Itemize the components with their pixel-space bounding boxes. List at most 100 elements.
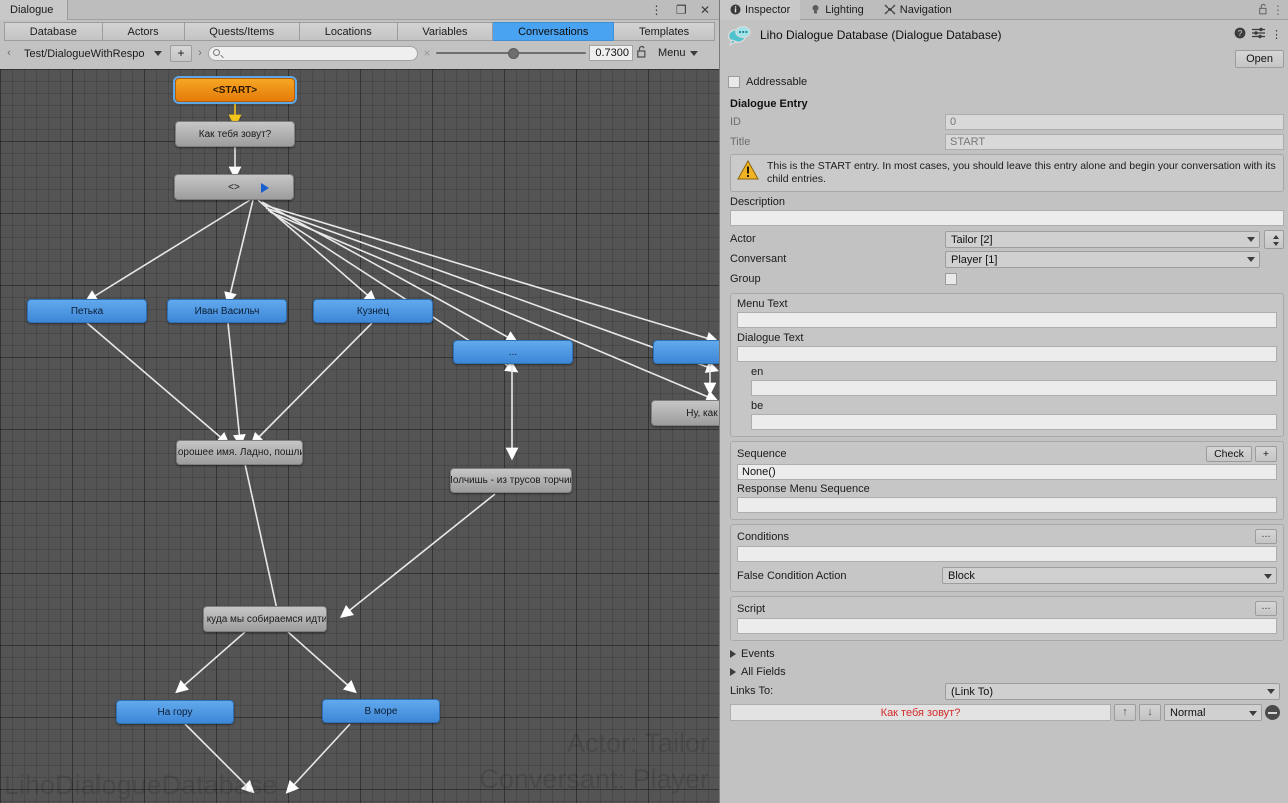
links-to-dropdown[interactable]: (Link To)	[945, 682, 1280, 700]
field-row-id: ID 0	[730, 112, 1284, 132]
zoom-slider-knob[interactable]	[508, 48, 519, 59]
link-target-field[interactable]: Как тебя зовут?	[730, 704, 1111, 721]
window-maximize-icon[interactable]: ❐	[674, 0, 692, 20]
field-row-conversant: Conversant Player [1]	[730, 249, 1284, 269]
node-start[interactable]: <START>	[175, 78, 295, 102]
inspector-body: Dialogue Entry ID 0 Title START This is …	[720, 92, 1288, 721]
lightbulb-icon	[812, 5, 819, 14]
script-field[interactable]	[737, 618, 1277, 634]
actor-dropdown[interactable]: Tailor [2]	[945, 230, 1260, 248]
menu-dropdown-label: Menu	[658, 46, 686, 59]
inspector-tabbar: Inspector Lighting Navigation ⋮	[720, 0, 1288, 20]
group-checkbox[interactable]	[945, 273, 957, 285]
warning-triangle-icon	[737, 160, 759, 180]
node-blue-arrow-icon	[261, 183, 269, 193]
open-button[interactable]: Open	[1235, 50, 1284, 68]
sequence-check-button[interactable]: Check	[1206, 446, 1252, 462]
warning-text: This is the START entry. In most cases, …	[767, 160, 1276, 185]
menu-dropdown[interactable]: Menu	[652, 45, 701, 62]
tab-quests-items[interactable]: Quests/Items	[184, 22, 300, 41]
preset-icon[interactable]	[1252, 27, 1265, 42]
sequence-field[interactable]: None()	[737, 464, 1277, 480]
sequence-add-button[interactable]: +	[1254, 446, 1277, 462]
id-field: 0	[945, 114, 1284, 130]
node-a-kuda-my-idem[interactable]: А куда мы собираемся идти?	[203, 606, 327, 632]
node-na-goru[interactable]: На гору	[116, 700, 234, 724]
kebab-menu-icon[interactable]: ⋮	[1272, 3, 1284, 17]
addressable-checkbox[interactable]	[728, 76, 740, 88]
field-row-group: Group	[730, 269, 1284, 289]
node-molchish[interactable]: Молчишь - из трусов торчиш	[450, 468, 572, 493]
tab-navigation[interactable]: Navigation	[874, 0, 962, 20]
description-field[interactable]	[730, 210, 1284, 226]
node-v-more[interactable]: В море	[322, 699, 440, 723]
foldout-events-label: Events	[741, 648, 775, 660]
script-menu-button[interactable]: ...	[1255, 601, 1277, 616]
tab-lighting[interactable]: Lighting	[800, 0, 874, 20]
locale-en-label: en	[751, 366, 764, 378]
link-priority-dropdown[interactable]: Normal	[1164, 704, 1262, 721]
dialogue-bubble-icon	[727, 24, 752, 47]
nav-back-icon[interactable]: ‹	[4, 47, 14, 59]
node-ivan-vasilych[interactable]: Иван Васильч	[167, 299, 287, 323]
chevron-down-icon	[1247, 257, 1255, 262]
help-icon[interactable]: ?	[1234, 27, 1246, 42]
node-kak-tebya-zovut[interactable]: Как тебя зовут?	[175, 121, 295, 147]
chevron-down-icon	[689, 51, 698, 56]
dialogue-text-field[interactable]	[737, 346, 1277, 362]
tab-locations[interactable]: Locations	[299, 22, 398, 41]
node-empty-group[interactable]: <>	[174, 174, 294, 200]
conversant-dropdown[interactable]: Player [1]	[945, 250, 1260, 268]
minus-circle-icon[interactable]	[1265, 705, 1280, 720]
add-conversation-button[interactable]: +	[170, 44, 192, 62]
locale-en-field[interactable]	[751, 380, 1277, 396]
node-horoshee-imya[interactable]: Хорошее имя. Ладно, пошли.	[176, 440, 303, 465]
tab-actors[interactable]: Actors	[102, 22, 185, 41]
window-close-icon[interactable]: ✕	[698, 0, 715, 20]
locale-be-field[interactable]	[751, 414, 1277, 430]
kebab-menu-icon[interactable]: ⋮	[1271, 28, 1282, 41]
conditions-label: Conditions	[737, 530, 789, 543]
actor-swap-stepper[interactable]	[1264, 229, 1284, 249]
conditions-field[interactable]	[737, 546, 1277, 562]
inspector-tabbar-icons: ⋮	[1258, 0, 1284, 20]
false-condition-action-dropdown[interactable]: Block	[942, 567, 1277, 584]
node-nu-kak-zovut[interactable]: Ну, как зов	[651, 400, 719, 426]
navigation-icon	[884, 4, 896, 15]
tab-variables[interactable]: Variables	[397, 22, 494, 41]
conditions-menu-button[interactable]: ...	[1255, 529, 1277, 544]
node-petka[interactable]: Петька	[27, 299, 147, 323]
menu-text-field[interactable]	[737, 312, 1277, 328]
window-menu-icon[interactable]: ⋮	[648, 0, 667, 20]
conversation-graph-canvas[interactable]: LihoDialogueDatabase Actor: Tailor Conve…	[0, 69, 719, 803]
search-clear-icon[interactable]: ×	[421, 46, 433, 60]
conversation-dropdown[interactable]: Test/DialogueWithRespo	[17, 44, 167, 62]
arrow-down-icon[interactable]: ↓	[1139, 704, 1161, 721]
lock-open-icon[interactable]	[636, 45, 649, 61]
sequence-header: Sequence Check +	[737, 446, 1277, 462]
asset-header-icons: ? ⋮	[1234, 27, 1282, 42]
lock-open-icon[interactable]	[1258, 3, 1272, 17]
tab-templates[interactable]: Templates	[614, 22, 715, 41]
actor-value: Tailor [2]	[951, 233, 993, 246]
nav-forward-icon[interactable]: ›	[195, 47, 205, 59]
node-kuznec[interactable]: Кузнец	[313, 299, 433, 323]
locale-be-block: be	[751, 400, 1277, 430]
arrow-up-icon[interactable]: ↑	[1114, 704, 1136, 721]
false-condition-action-label: False Condition Action	[737, 569, 847, 582]
window-tab-dialogue[interactable]: Dialogue	[0, 0, 69, 20]
group-label: Group	[730, 273, 761, 285]
node-ellipsis[interactable]: ...	[453, 340, 573, 364]
foldout-events[interactable]: Events	[730, 645, 1284, 663]
tab-database[interactable]: Database	[4, 22, 103, 41]
tab-conversations[interactable]: Conversations	[493, 22, 615, 41]
response-menu-sequence-field[interactable]	[737, 497, 1277, 513]
zoom-value-field[interactable]: 0.7300	[589, 45, 633, 61]
zoom-slider[interactable]	[436, 45, 586, 61]
search-input[interactable]	[208, 45, 418, 61]
text-group: Menu Text Dialogue Text en be	[730, 293, 1284, 437]
tab-inspector[interactable]: Inspector	[720, 0, 801, 20]
node-exclamations[interactable]: !!!	[653, 340, 719, 364]
dialogue-links	[84, 102, 719, 794]
foldout-all-fields[interactable]: All Fields	[730, 663, 1284, 681]
